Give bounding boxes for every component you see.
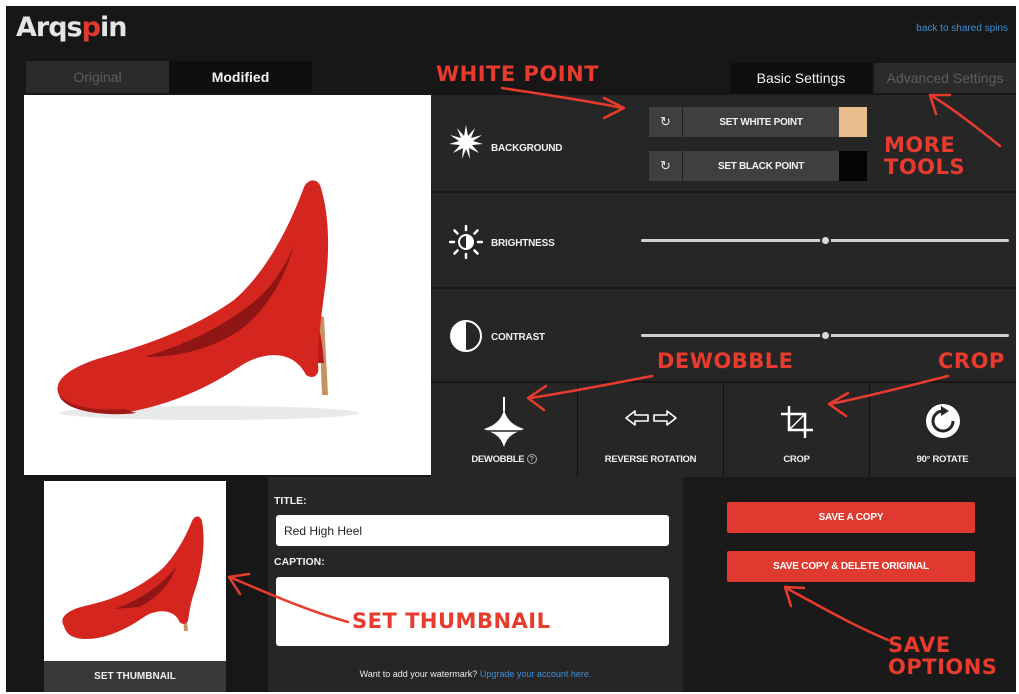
annotation-set-thumbnail: SET THUMBNAIL	[352, 609, 551, 633]
crop-tool[interactable]: CROP	[723, 383, 869, 477]
reverse-rotation-label: REVERSE ROTATION	[604, 454, 697, 465]
contrast-icon	[449, 319, 483, 358]
tab-original[interactable]: Original	[26, 61, 169, 93]
crop-icon	[724, 405, 869, 439]
annotation-save-options-line2: OPTIONS	[888, 655, 998, 680]
back-to-shared-spins-link[interactable]: back to shared spins	[916, 23, 1008, 34]
tab-basic-settings[interactable]: Basic Settings	[730, 63, 872, 93]
set-black-point-label: SET BLACK POINT	[717, 160, 805, 172]
watermark-text: Want to add your watermark?	[359, 669, 478, 679]
help-icon[interactable]: ?	[526, 454, 537, 465]
dewobble-label: DEWOBBLE ?	[431, 454, 577, 465]
annotation-white-point: WHITE POINT	[436, 62, 599, 86]
app-frame: Arqspin back to shared spins Original Mo…	[6, 6, 1016, 692]
contrast-label: CONTRAST	[491, 332, 545, 343]
rotate-90-label: 90° ROTATE	[916, 454, 969, 465]
crop-label: CROP	[783, 454, 810, 465]
brightness-label: BRIGHTNESS	[491, 238, 555, 249]
reverse-rotation-tool[interactable]: REVERSE ROTATION	[577, 383, 723, 477]
upgrade-account-link[interactable]: Upgrade your account here.	[480, 669, 592, 679]
contrast-slider[interactable]	[641, 329, 1009, 343]
logo-text-start: Arqs	[16, 12, 83, 43]
annotation-crop: CROP	[938, 349, 1005, 373]
contrast-slider-handle[interactable]	[820, 330, 831, 341]
tab-advanced-settings[interactable]: Advanced Settings	[874, 63, 1016, 93]
set-black-point-button[interactable]: ↻ SET BLACK POINT	[649, 151, 867, 181]
save-a-copy-button[interactable]: SAVE A COPY	[727, 502, 975, 533]
set-white-point-button[interactable]: ↻ SET WHITE POINT	[649, 107, 867, 137]
dewobble-label-text: DEWOBBLE	[471, 454, 525, 465]
sun-burst-icon	[449, 125, 483, 164]
annotation-save-options-line1: SAVE	[888, 633, 951, 657]
reset-black-point-icon[interactable]: ↻	[649, 151, 683, 181]
logo-text-accent: p	[81, 12, 101, 43]
tab-modified[interactable]: Modified	[169, 61, 312, 93]
rotate-90-tool[interactable]: 90° ROTATE	[869, 383, 1015, 477]
reset-white-point-icon[interactable]: ↻	[649, 107, 683, 137]
annotation-more-tools: MORE TOOLS	[884, 134, 965, 178]
reverse-arrows-icon	[578, 409, 723, 427]
spinning-top-icon	[431, 397, 577, 447]
set-thumbnail-button[interactable]: SET THUMBNAIL	[44, 661, 226, 692]
black-point-swatch	[839, 151, 867, 181]
brightness-icon	[448, 224, 484, 264]
annotation-more-tools-line2: TOOLS	[884, 155, 966, 180]
red-high-heel-image	[57, 180, 359, 420]
annotation-save-options: SAVE OPTIONS	[888, 634, 997, 678]
save-copy-delete-original-button[interactable]: SAVE COPY & DELETE ORIGINAL	[727, 551, 975, 582]
white-point-swatch	[839, 107, 867, 137]
rotate-icon	[870, 403, 1015, 439]
logo-text-end: in	[99, 12, 128, 43]
background-label: BACKGROUND	[491, 143, 563, 154]
caption-label: CAPTION:	[274, 556, 325, 568]
product-image-viewer[interactable]	[24, 95, 431, 475]
set-white-point-label: SET WHITE POINT	[719, 116, 803, 128]
tools-row: DEWOBBLE ? REVERSE ROTATION CROP 90° ROT…	[431, 383, 1016, 477]
annotation-more-tools-line1: MORE	[884, 133, 956, 157]
thumbnail-shoe-image	[62, 516, 204, 639]
watermark-note: Want to add your watermark? Upgrade your…	[268, 669, 683, 679]
thumbnail-preview	[44, 481, 226, 661]
annotation-dewobble: DEWOBBLE	[657, 349, 794, 373]
brightness-panel: BRIGHTNESS	[431, 193, 1016, 287]
title-label: TITLE:	[274, 495, 307, 507]
brightness-slider-handle[interactable]	[820, 235, 831, 246]
title-input[interactable]	[276, 515, 669, 546]
dewobble-tool[interactable]: DEWOBBLE ?	[431, 383, 577, 477]
logo: Arqspin	[16, 12, 128, 43]
brightness-slider[interactable]	[641, 234, 1009, 248]
